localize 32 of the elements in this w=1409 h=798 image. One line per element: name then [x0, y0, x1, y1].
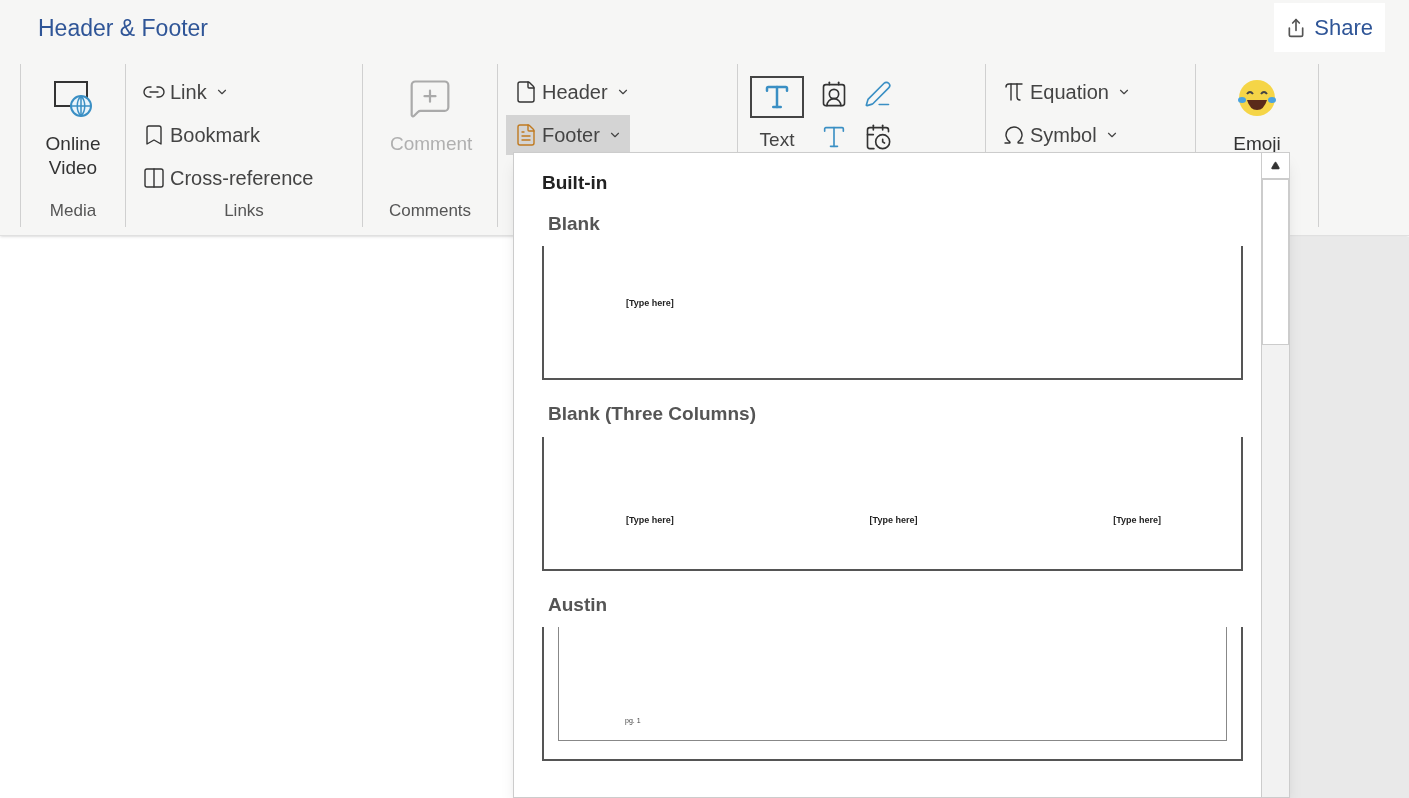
ribbon-button[interactable]: Footer	[506, 114, 630, 155]
placeholder-text: [Type here]	[1113, 513, 1161, 527]
option-title: Blank	[547, 211, 601, 236]
footer-option[interactable]: Blank [Type here]	[542, 209, 1243, 380]
ribbon-button[interactable]: Online Video	[25, 63, 121, 180]
placeholder-text: [Type here]	[626, 513, 674, 527]
date-time-icon[interactable]	[864, 122, 892, 151]
ribbon-button[interactable]: Equation	[994, 71, 1139, 112]
page-icon	[514, 122, 538, 147]
scroll-up-icon[interactable]	[1262, 153, 1289, 179]
ribbon-button[interactable]: Cross-reference	[134, 157, 322, 198]
placeholder-text: [Type here]	[626, 297, 674, 311]
group-label: Media	[48, 199, 98, 222]
share-button[interactable]: Share	[1274, 3, 1385, 53]
ribbon-button[interactable]: Symbol	[994, 114, 1127, 155]
page-icon	[514, 79, 538, 104]
text-box-button[interactable]: Text	[750, 75, 804, 154]
scrollbar[interactable]	[1261, 153, 1289, 797]
ribbon-button[interactable]: Bookmark	[134, 114, 269, 155]
ribbon-button[interactable]: Header	[506, 71, 638, 112]
text-box-icon	[750, 75, 804, 118]
share-icon	[1286, 17, 1307, 38]
option-title: Austin	[547, 592, 609, 617]
group-label: Links	[223, 199, 265, 222]
menu-heading: Built-in	[542, 171, 609, 195]
option-title: Blank (Three Columns)	[547, 402, 757, 426]
scroll-thumb[interactable]	[1262, 179, 1289, 345]
placeholder-text: [Type here]	[869, 513, 918, 527]
footer-option[interactable]: Blank (Three Columns) [Type here] [Type here] [Type here]	[542, 400, 1243, 571]
ribbon-tab[interactable]: Header & Footer	[38, 10, 209, 45]
ribbon-button[interactable]: Link	[134, 71, 237, 112]
group-label: Comments	[387, 199, 473, 222]
